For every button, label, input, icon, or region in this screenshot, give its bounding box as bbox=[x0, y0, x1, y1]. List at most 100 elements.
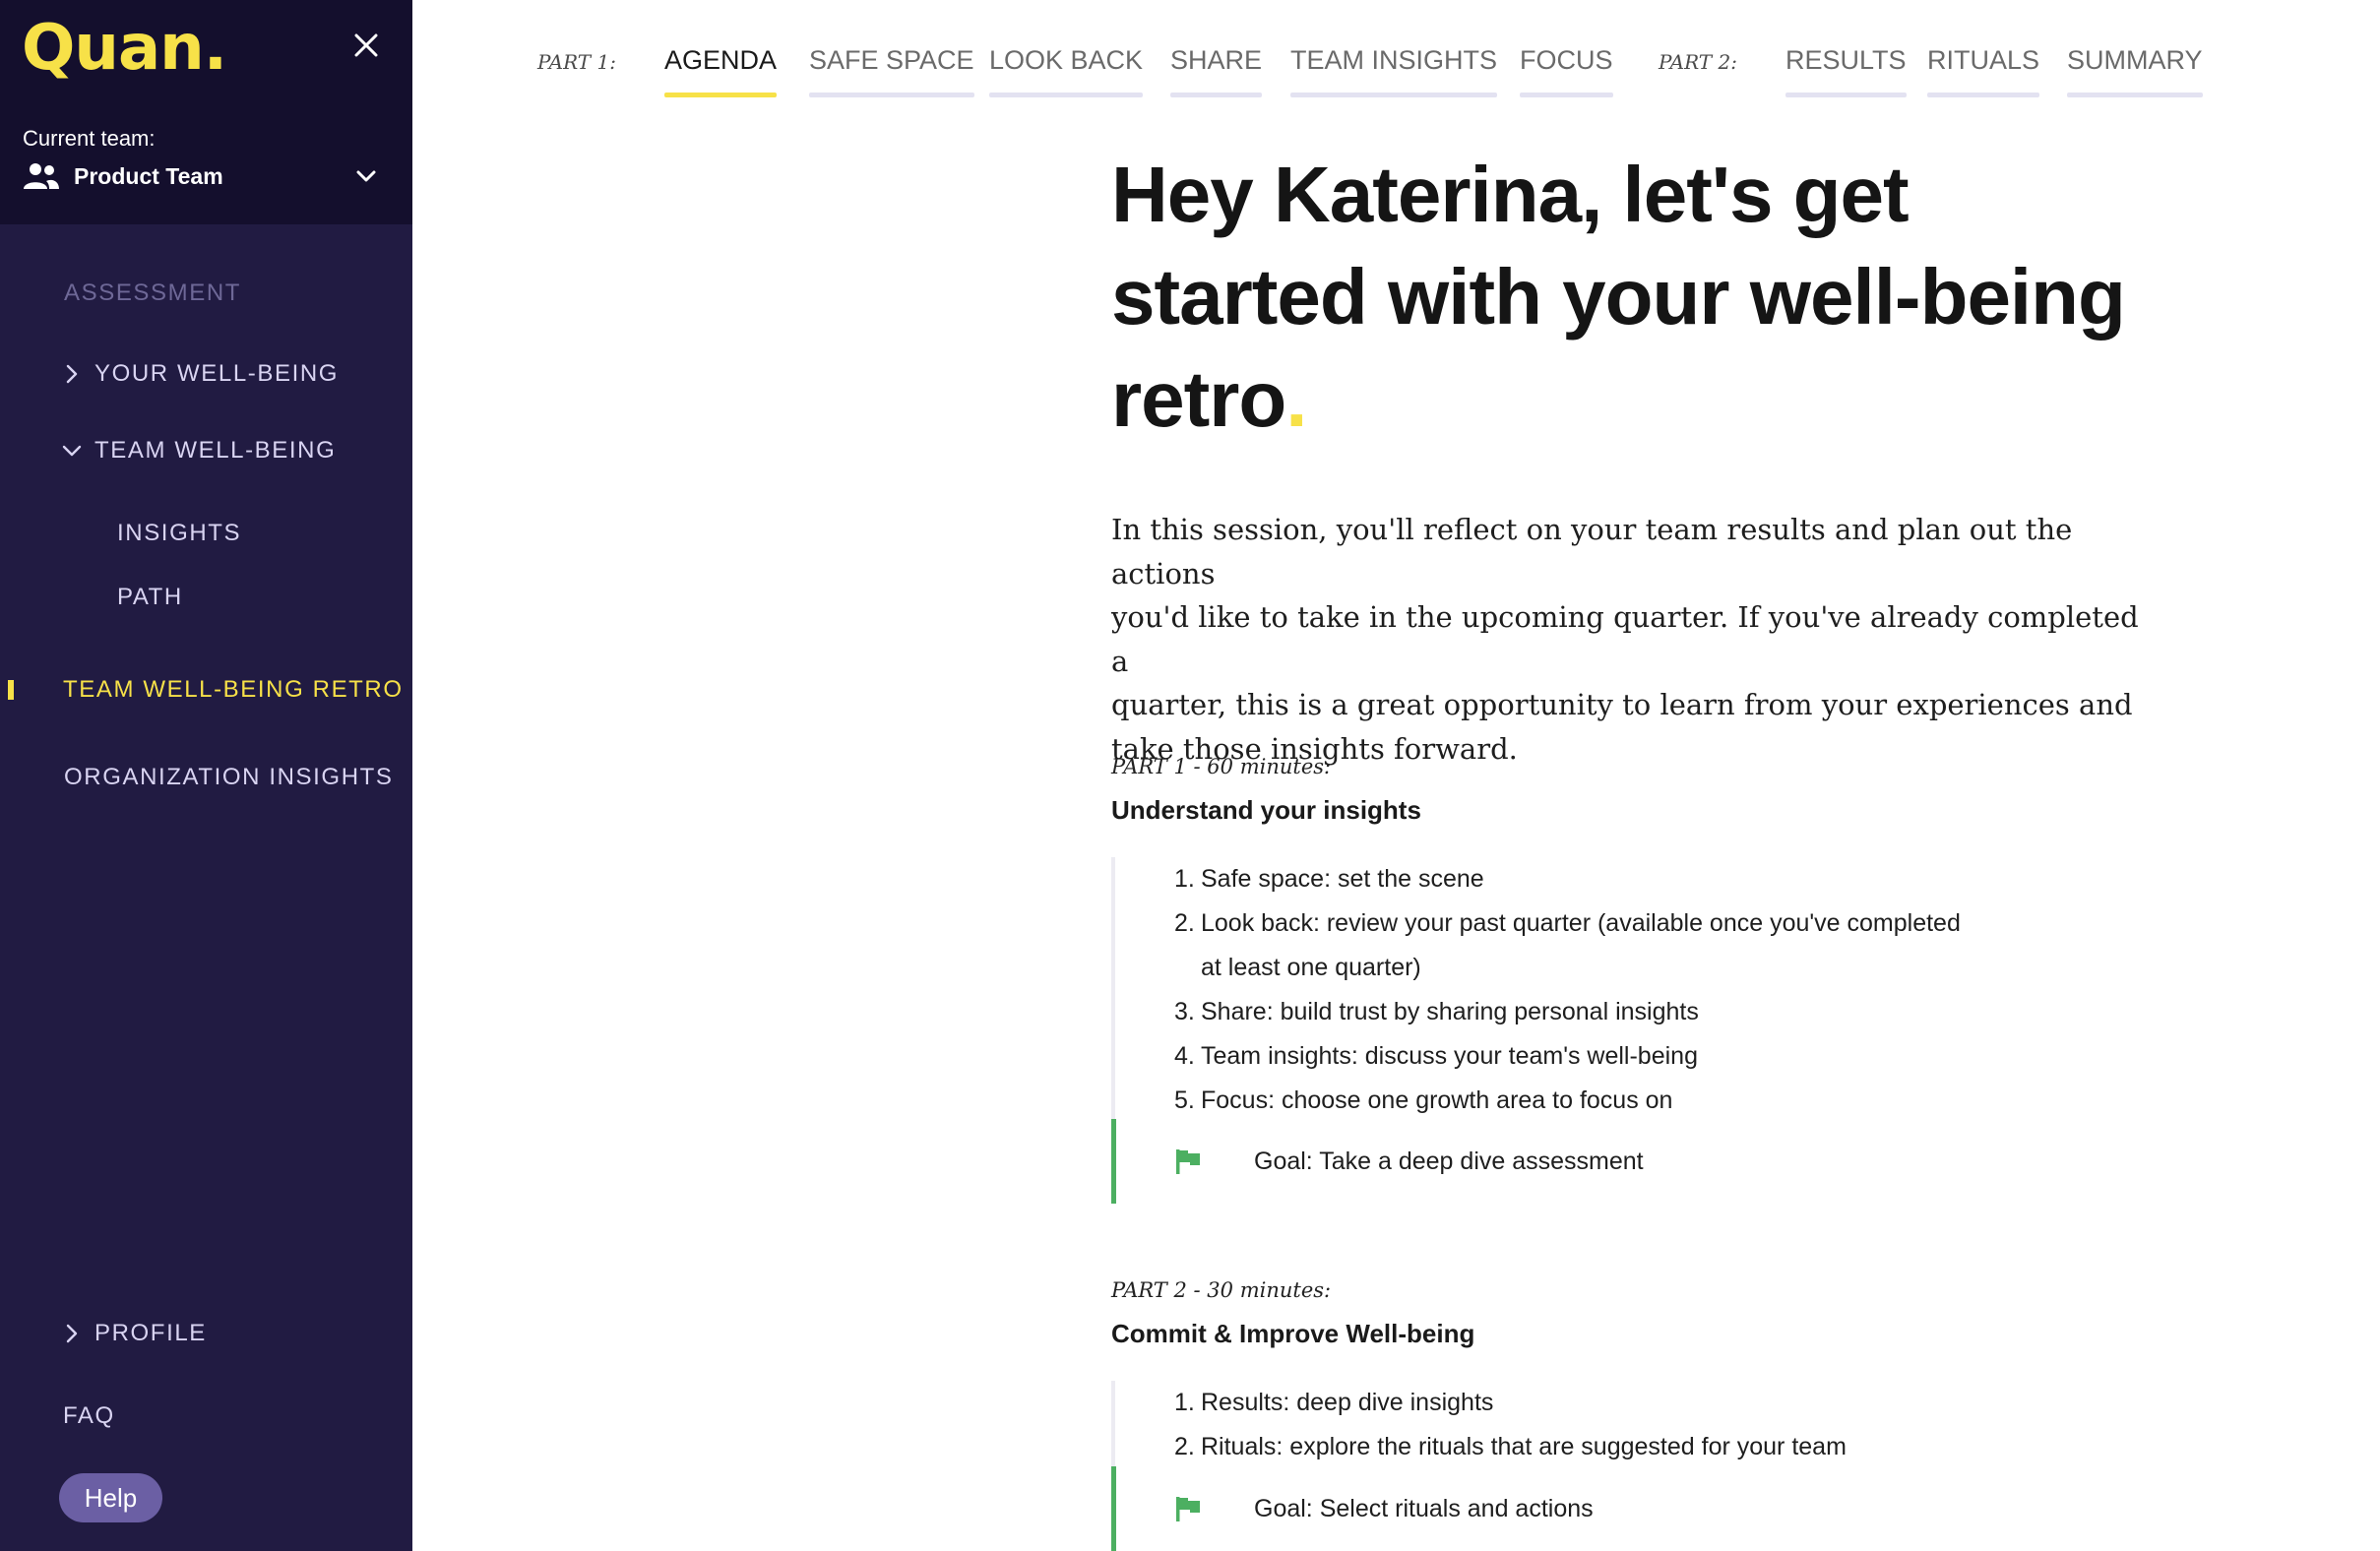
tab-label: FOCUS bbox=[1520, 45, 1613, 75]
title-line: Hey Katerina, let's get bbox=[1111, 151, 1910, 238]
intro-line: you'd like to take in the upcoming quart… bbox=[1111, 600, 2139, 678]
chevron-down-icon bbox=[356, 170, 376, 182]
step-number: 3. bbox=[1174, 998, 1195, 1025]
step-number: 5. bbox=[1174, 1086, 1195, 1114]
part1-label: PART 1: bbox=[537, 50, 616, 74]
part1-duration: PART 1 - 60 minutes: bbox=[1111, 755, 1332, 778]
people-icon bbox=[24, 163, 59, 189]
part1-steps: 1. Safe space: set the scene 2. Look back:… bbox=[1111, 857, 1997, 1125]
list-item: 4. Team insights: discuss your team's wel… bbox=[1174, 1034, 1997, 1079]
tab-label: TEAM INSIGHTS bbox=[1290, 45, 1498, 75]
sidebar-item-label: TEAM WELL-BEING RETRO bbox=[63, 676, 404, 703]
tab-share[interactable]: SHARE bbox=[1170, 45, 1263, 97]
sidebar-item-label: TEAM WELL-BEING bbox=[94, 437, 337, 464]
sidebar-section-label: ASSESSMENT bbox=[64, 279, 242, 306]
sidebar-item-profile[interactable]: PROFILE bbox=[0, 1309, 412, 1358]
sidebar-item-label: PATH bbox=[117, 584, 183, 610]
sidebar-item-label: FAQ bbox=[63, 1402, 115, 1429]
team-selector[interactable]: Product Team bbox=[23, 159, 379, 193]
step-text: Look back: review your past quarter (ava… bbox=[1201, 909, 1961, 937]
flag-icon bbox=[1176, 1497, 1200, 1521]
step-number: 2. bbox=[1174, 1433, 1195, 1460]
tab-safe-space[interactable]: SAFE SPACE bbox=[809, 45, 974, 97]
tab-label: SUMMARY bbox=[2067, 45, 2203, 75]
tab-underline bbox=[809, 93, 974, 97]
sidebar-item-label: YOUR WELL-BEING bbox=[94, 360, 340, 387]
step-text: Rituals: explore the rituals that are su… bbox=[1201, 1433, 1847, 1460]
step-text: Focus: choose one growth area to focus o… bbox=[1201, 1086, 1673, 1114]
tab-label: RITUALS bbox=[1927, 45, 2040, 75]
current-team-label: Current team: bbox=[23, 126, 156, 151]
list-item: 1. Safe space: set the scene bbox=[1174, 857, 1997, 901]
intro-line: quarter, this is a great opportunity to … bbox=[1111, 688, 2133, 721]
tab-label: SAFE SPACE bbox=[809, 45, 974, 75]
chevron-right-icon bbox=[66, 364, 78, 384]
sidebar-item-label: ORGANIZATION INSIGHTS bbox=[64, 764, 394, 790]
chevron-down-icon bbox=[62, 445, 82, 457]
sidebar-item-team-well-being-retro[interactable]: TEAM WELL-BEING RETRO bbox=[0, 665, 412, 714]
part2-title: Commit & Improve Well-being bbox=[1111, 1319, 1475, 1348]
tab-underline bbox=[989, 93, 1144, 97]
tab-label: RESULTS bbox=[1785, 45, 1907, 75]
step-number: 1. bbox=[1174, 1389, 1195, 1416]
list-item: 3. Share: build trust by sharing personal… bbox=[1174, 990, 1997, 1034]
tab-results[interactable]: RESULTS bbox=[1785, 45, 1907, 97]
step-text: Share: build trust by sharing personal i… bbox=[1201, 998, 1699, 1025]
tab-summary[interactable]: SUMMARY bbox=[2067, 45, 2203, 97]
tab-underline bbox=[2067, 93, 2203, 97]
tab-underline bbox=[664, 93, 778, 97]
list-item: 2. Look back: review your past quarter (a… bbox=[1174, 901, 1997, 990]
list-item: 1. Results: deep dive insights bbox=[1174, 1381, 1997, 1425]
step-number: 1. bbox=[1174, 865, 1195, 893]
page-title: Hey Katerina, let's get started with you… bbox=[1111, 144, 2194, 451]
tab-team-insights[interactable]: TEAM INSIGHTS bbox=[1290, 45, 1498, 97]
tab-look-back[interactable]: LOOK BACK bbox=[989, 45, 1144, 97]
intro-line: In this session, you'll reflect on your … bbox=[1111, 513, 2073, 590]
sidebar-item-faq[interactable]: FAQ bbox=[0, 1392, 412, 1441]
tab-agenda[interactable]: AGENDA bbox=[664, 45, 778, 97]
sidebar-item-organization-insights[interactable]: ORGANIZATION INSIGHTS bbox=[0, 753, 412, 802]
title-line: retro bbox=[1111, 355, 1286, 443]
intro-paragraph: In this session, you'll reflect on your … bbox=[1111, 508, 2155, 771]
sidebar-item-path[interactable]: PATH bbox=[0, 573, 412, 622]
tab-label: LOOK BACK bbox=[989, 45, 1144, 75]
chevron-right-icon bbox=[66, 1324, 78, 1343]
tab-underline bbox=[1170, 93, 1263, 97]
sidebar-item-team-well-being[interactable]: TEAM WELL-BEING bbox=[0, 426, 412, 475]
sidebar-item-insights[interactable]: INSIGHTS bbox=[0, 509, 412, 558]
sidebar-section-assessment: ASSESSMENT bbox=[64, 269, 399, 318]
step-text: Team insights: discuss your team's well-… bbox=[1201, 1042, 1698, 1070]
step-number: 2. bbox=[1174, 909, 1195, 937]
list-item: 2. Rituals: explore the rituals that are … bbox=[1174, 1425, 1997, 1469]
tab-underline bbox=[1927, 93, 2040, 97]
help-button[interactable]: Help bbox=[59, 1473, 162, 1522]
step-text: Safe space: set the scene bbox=[1201, 865, 1484, 893]
goal-text: Goal: Take a deep dive assessment bbox=[1254, 1147, 1644, 1175]
title-accent-dot: . bbox=[1285, 355, 1307, 443]
tab-rituals[interactable]: RITUALS bbox=[1927, 45, 2040, 97]
team-name: Product Team bbox=[74, 162, 223, 189]
flag-icon bbox=[1176, 1149, 1200, 1174]
retro-steps-nav: PART 1: AGENDA SAFE SPACE LOOK BACK SHAR… bbox=[0, 0, 2380, 108]
tab-underline bbox=[1290, 93, 1498, 97]
step-number: 4. bbox=[1174, 1042, 1195, 1070]
part1-title: Understand your insights bbox=[1111, 795, 1421, 825]
tab-label: SHARE bbox=[1170, 45, 1263, 75]
tab-underline bbox=[1785, 93, 1907, 97]
title-line: started with your well-being bbox=[1111, 253, 2126, 341]
part2-duration: PART 2 - 30 minutes: bbox=[1111, 1278, 1332, 1302]
sidebar-item-label: PROFILE bbox=[94, 1320, 207, 1346]
tab-focus[interactable]: FOCUS bbox=[1520, 45, 1613, 97]
tab-label: AGENDA bbox=[664, 45, 778, 75]
sidebar-item-your-well-being[interactable]: YOUR WELL-BEING bbox=[0, 349, 412, 399]
part2-steps: 1. Results: deep dive insights 2. Rituals:… bbox=[1111, 1381, 1997, 1469]
part2-label: PART 2: bbox=[1659, 50, 1737, 74]
step-text: Results: deep dive insights bbox=[1201, 1389, 1494, 1416]
list-item: 5. Focus: choose one growth area to focus… bbox=[1174, 1079, 1997, 1123]
sidebar-item-label: INSIGHTS bbox=[117, 520, 242, 546]
part2-goal: Goal: Select rituals and actions bbox=[1111, 1466, 1997, 1551]
tab-underline bbox=[1520, 93, 1613, 97]
part1-goal: Goal: Take a deep dive assessment bbox=[1111, 1119, 1997, 1204]
goal-text: Goal: Select rituals and actions bbox=[1254, 1494, 1594, 1522]
step-text-continued: at least one quarter) bbox=[1201, 954, 1421, 981]
